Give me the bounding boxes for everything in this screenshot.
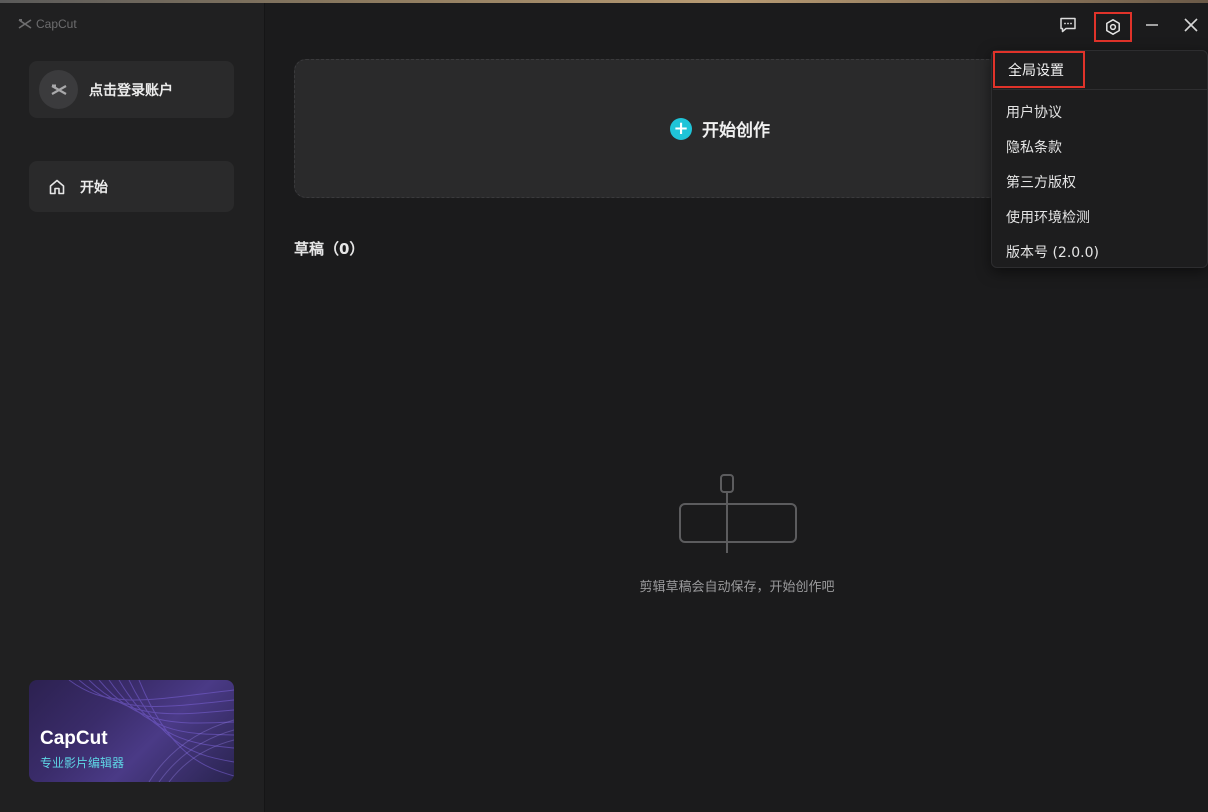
- app-brand: CapCut: [18, 17, 77, 31]
- empty-drafts-illustration: [679, 474, 797, 553]
- plus-icon: +: [670, 117, 692, 140]
- home-icon: [49, 179, 65, 194]
- menu-divider: [993, 89, 1207, 90]
- minimize-icon: [1146, 24, 1158, 26]
- login-button[interactable]: 点击登录账户: [29, 61, 234, 118]
- menu-item-user-agreement[interactable]: 用户协议: [1006, 102, 1062, 122]
- feedback-button[interactable]: [1056, 12, 1080, 38]
- sidebar-item-start[interactable]: 开始: [29, 161, 234, 212]
- promo-subtitle: 专业影片编辑器: [40, 756, 125, 770]
- capcut-avatar-icon: [50, 84, 67, 95]
- close-icon: [1184, 18, 1198, 32]
- menu-item-environment-check[interactable]: 使用环境检测: [1006, 207, 1090, 227]
- brand-name: CapCut: [36, 17, 77, 31]
- drafts-title: 草稿（0）: [294, 240, 365, 258]
- menu-item-global-settings[interactable]: 全局设置: [993, 51, 1085, 88]
- promo-banner[interactable]: CapCut 专业影片编辑器: [29, 680, 234, 782]
- promo-title: CapCut: [40, 728, 108, 749]
- menu-item-third-party-copyright[interactable]: 第三方版权: [1006, 172, 1076, 192]
- menu-item-privacy-policy[interactable]: 隐私条款: [1006, 137, 1062, 157]
- capcut-logo-icon: [18, 19, 32, 29]
- minimize-button[interactable]: [1140, 12, 1164, 38]
- settings-menu: 全局设置 用户协议 隐私条款 第三方版权 使用环境检测 版本号 (2.0.0): [991, 50, 1208, 268]
- sidebar-item-label: 开始: [80, 179, 108, 196]
- settings-icon: [1106, 19, 1120, 35]
- feedback-icon: [1060, 17, 1076, 33]
- close-button[interactable]: [1179, 12, 1203, 38]
- menu-item-version[interactable]: 版本号 (2.0.0): [1006, 242, 1099, 262]
- sidebar: CapCut 点击登录账户 开始 CapCut 专业影片编辑器: [0, 3, 265, 812]
- empty-drafts-text: 剪辑草稿会自动保存，开始创作吧: [639, 580, 835, 595]
- settings-button[interactable]: [1094, 12, 1132, 42]
- avatar: [39, 70, 78, 109]
- start-creation-label: 开始创作: [702, 121, 770, 141]
- login-label: 点击登录账户: [89, 82, 173, 99]
